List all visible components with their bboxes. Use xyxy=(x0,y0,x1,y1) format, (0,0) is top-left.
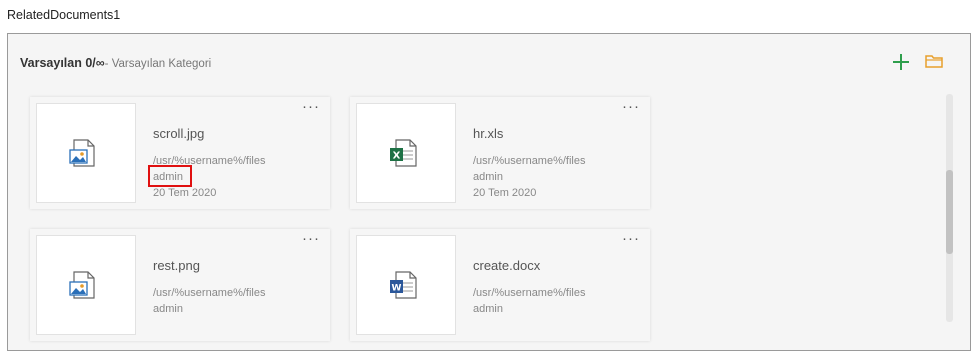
scrollbar-thumb[interactable] xyxy=(946,170,953,254)
vertical-scrollbar[interactable] xyxy=(946,94,953,322)
more-options-button[interactable]: ··· xyxy=(302,99,320,114)
document-owner: admin xyxy=(153,303,183,315)
folder-icon[interactable] xyxy=(925,53,945,70)
document-card[interactable]: W ··· create.docx /usr/%username%/files … xyxy=(350,229,650,341)
document-date: 20 Tem 2020 xyxy=(473,187,537,199)
more-options-button[interactable]: ··· xyxy=(622,99,640,114)
document-owner: admin xyxy=(473,303,503,315)
document-name[interactable]: rest.png xyxy=(153,258,200,273)
document-name[interactable]: create.docx xyxy=(473,258,540,273)
more-options-button[interactable]: ··· xyxy=(622,231,640,246)
more-options-button[interactable]: ··· xyxy=(302,231,320,246)
document-card[interactable]: ··· scroll.jpg /usr/%username%/files adm… xyxy=(30,97,330,209)
documents-panel: Varsayılan 0/∞- Varsayılan Kategori ··· … xyxy=(7,33,971,351)
document-name[interactable]: hr.xls xyxy=(473,126,503,141)
svg-text:W: W xyxy=(392,284,402,294)
document-thumbnail xyxy=(36,103,136,203)
image-file-icon xyxy=(69,271,95,299)
image-file-icon xyxy=(69,139,95,167)
document-date: 20 Tem 2020 xyxy=(153,187,217,199)
plus-icon[interactable] xyxy=(891,52,911,72)
document-thumbnail xyxy=(36,235,136,335)
document-path: /usr/%username%/files xyxy=(473,287,586,299)
svg-text:X: X xyxy=(393,151,401,162)
document-thumbnail: X xyxy=(356,103,456,203)
word-file-icon: W xyxy=(390,271,417,299)
highlight-box xyxy=(148,165,192,187)
document-thumbnail: W xyxy=(356,235,456,335)
document-card[interactable]: ··· rest.png /usr/%username%/files admin xyxy=(30,229,330,341)
document-owner: admin xyxy=(473,171,503,183)
document-path: /usr/%username%/files xyxy=(153,287,266,299)
field-label: RelatedDocuments1 xyxy=(7,8,121,22)
category-subtitle: - Varsayılan Kategori xyxy=(104,58,212,70)
document-card[interactable]: X ··· hr.xls /usr/%username%/files admin… xyxy=(350,97,650,209)
document-name[interactable]: scroll.jpg xyxy=(153,126,204,141)
category-count: 0/∞ xyxy=(81,56,105,70)
category-header: Varsayılan 0/∞- Varsayılan Kategori xyxy=(20,56,211,70)
category-name: Varsayılan xyxy=(20,56,82,70)
excel-file-icon: X xyxy=(390,139,417,167)
document-path: /usr/%username%/files xyxy=(473,155,586,167)
